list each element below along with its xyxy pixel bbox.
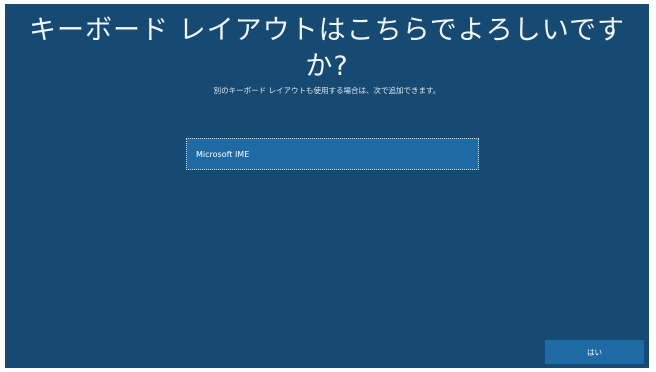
keyboard-layout-list: Microsoft IME — [186, 138, 479, 170]
yes-button[interactable]: はい — [545, 340, 644, 364]
page-title-line-2: か? — [305, 51, 349, 82]
page-title: キーボード レイアウトはこちらでよろしいです か? — [5, 13, 649, 85]
keyboard-layout-item-label: Microsoft IME — [196, 149, 250, 159]
oobe-keyboard-layout-screen: キーボード レイアウトはこちらでよろしいです か? 別のキーボード レイアウトも… — [5, 4, 649, 368]
page-title-line-1: キーボード レイアウトはこちらでよろしいです — [29, 15, 625, 46]
keyboard-layout-item-microsoft-ime[interactable]: Microsoft IME — [186, 138, 479, 170]
page-subtitle: 別のキーボード レイアウトも使用する場合は、次で追加できます。 — [213, 86, 441, 95]
